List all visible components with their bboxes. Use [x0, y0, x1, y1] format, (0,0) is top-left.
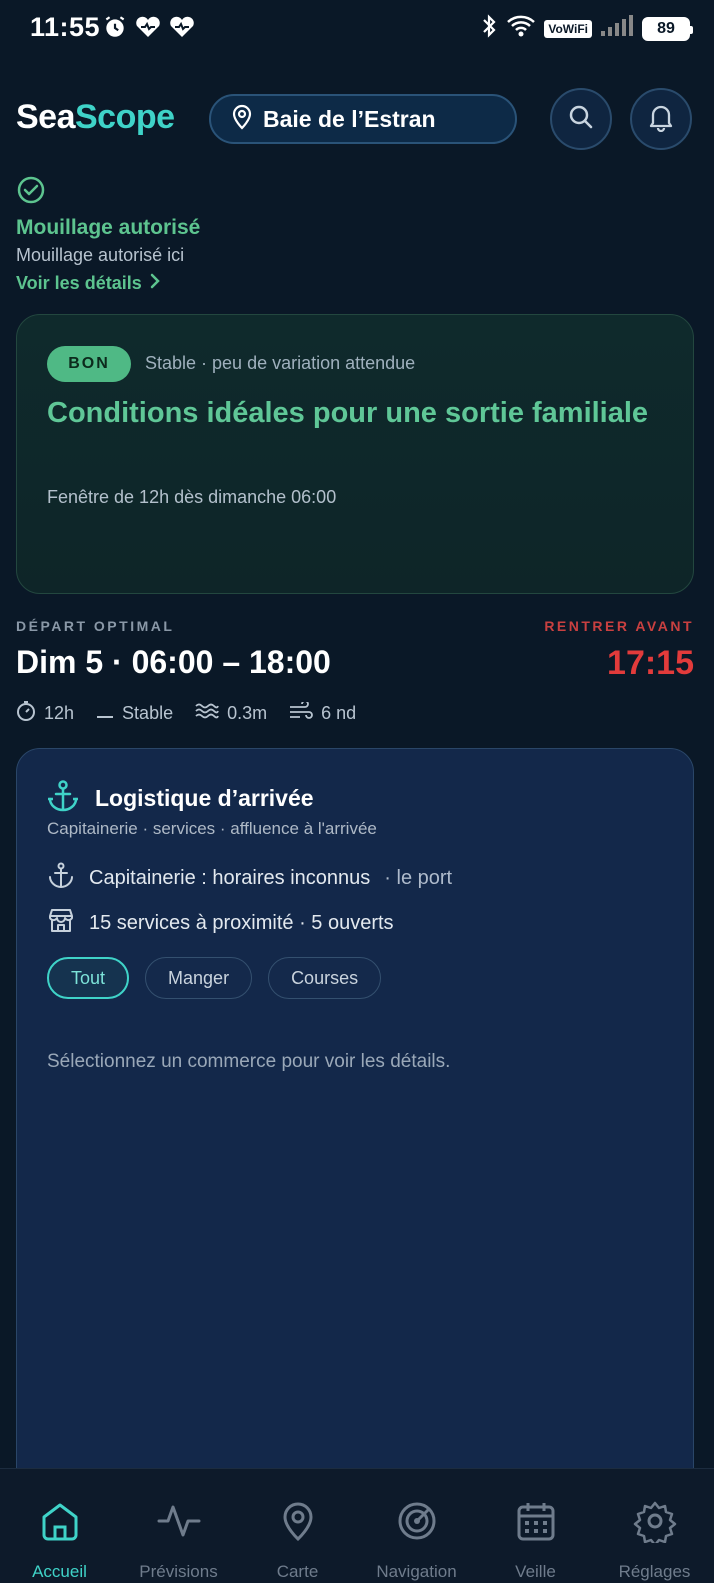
chip-manger[interactable]: Manger	[145, 957, 253, 999]
battery-level: 89	[657, 19, 675, 37]
status-bar: 11:55 VoWiFi 89	[0, 0, 714, 60]
logistics-title: Logistique d’arrivée	[95, 785, 314, 811]
status-left-icons	[102, 14, 196, 45]
status-right-icons: VoWiFi 89	[480, 14, 693, 43]
heart-signal-icon	[134, 14, 162, 45]
heart-signal-icon-2	[168, 14, 196, 45]
departure-label: DÉPART OPTIMAL	[16, 618, 175, 634]
wind-value: 6 nd	[321, 703, 357, 723]
harbour-row[interactable]: Capitainerie : horaires inconnus · le po…	[47, 861, 452, 895]
logistics-header: Logistique d’arrivée	[47, 779, 314, 818]
nav-item-previsions[interactable]: Prévisions	[120, 1469, 238, 1583]
nav-item-accueil[interactable]: Accueil	[1, 1469, 119, 1583]
wifi-icon	[506, 14, 536, 43]
app-header: SeaScope Baie de l’Estran	[0, 86, 714, 152]
map-pin-icon	[276, 1499, 320, 1548]
wave-value: 0.3m	[227, 703, 268, 723]
chip-tout[interactable]: Tout	[47, 957, 130, 999]
mooring-details-label: Voir les détails	[16, 273, 142, 293]
check-circle-icon	[16, 176, 46, 209]
pulse-chart-icon	[157, 1499, 201, 1548]
nav-item-reglages[interactable]: Réglages	[596, 1469, 714, 1583]
wind-icon	[289, 700, 313, 725]
harbour-info: Capitainerie : horaires inconnus	[89, 866, 371, 889]
trend-value: Stable	[122, 703, 174, 723]
anchor-icon	[47, 779, 79, 818]
vowifi-badge: VoWiFi	[544, 19, 592, 38]
store-icon	[47, 907, 75, 939]
condition-title: Conditions idéales pour une sortie famil…	[47, 397, 649, 429]
timer-icon	[16, 700, 36, 727]
battery-indicator: 89	[642, 16, 693, 41]
wave-metric: 0.3m	[195, 702, 267, 725]
nav-label-previsions: Prévisions	[139, 1562, 218, 1581]
logo-part-sea: Sea	[16, 98, 76, 136]
nav-label-veille: Veille	[515, 1562, 556, 1581]
trend-metric: Stable	[96, 703, 173, 724]
anchor-small-icon	[47, 861, 75, 895]
conditions-card[interactable]: BON Stable · peu de variation attendue C…	[16, 314, 694, 594]
logistics-card: Logistique d’arrivée Capitainerie · serv…	[16, 748, 694, 1583]
notifications-button[interactable]	[630, 88, 692, 150]
return-label: RENTRER AVANT	[544, 618, 694, 634]
condition-badge: BON	[47, 346, 131, 382]
duration-metric: 12h	[16, 700, 74, 727]
service-filter-chips: Tout Manger Courses	[47, 957, 382, 999]
bottom-navigation: Accueil Prévisions Carte Navigation Veil…	[0, 1468, 714, 1583]
screen: 11:55 VoWiFi 89 SeaScope Baie de l’Estra…	[0, 0, 714, 1583]
bluetooth-icon	[480, 14, 498, 43]
harbour-extra: · le port	[384, 866, 453, 889]
nav-item-carte[interactable]: Carte	[239, 1469, 357, 1583]
chip-courses[interactable]: Courses	[268, 957, 382, 999]
radar-icon	[395, 1499, 439, 1548]
cellular-signal-icon	[600, 15, 634, 42]
gear-icon	[633, 1499, 677, 1548]
nav-item-veille[interactable]: Veille	[477, 1469, 595, 1583]
dash-icon	[96, 703, 114, 724]
return-time: 17:15	[607, 644, 694, 682]
wave-icon	[195, 702, 219, 725]
nav-label-reglages: Réglages	[618, 1562, 691, 1581]
nav-label-navigation: Navigation	[376, 1562, 457, 1581]
wind-metric: 6 nd	[289, 700, 357, 725]
mooring-title: Mouillage autorisé	[16, 216, 201, 239]
mooring-details-link[interactable]: Voir les détails	[16, 272, 696, 295]
app-logo: SeaScope	[16, 98, 175, 137]
departure-metrics: 12h Stable 0.3m 6 nd	[16, 700, 356, 727]
services-info: 15 services à proximité · 5 ouverts	[89, 911, 394, 934]
search-icon	[567, 103, 595, 136]
chevron-right-icon	[148, 272, 162, 295]
search-button[interactable]	[550, 88, 612, 150]
condition-window: Fenêtre de 12h dès dimanche 06:00	[47, 487, 337, 507]
nav-item-navigation[interactable]: Navigation	[358, 1469, 476, 1583]
location-name: Baie de l’Estran	[263, 105, 436, 132]
calendar-icon	[514, 1499, 558, 1548]
home-icon	[38, 1499, 82, 1548]
duration-value: 12h	[44, 703, 75, 723]
logo-part-scope: Scope	[75, 98, 175, 136]
mooring-subtitle: Mouillage autorisé ici	[16, 245, 185, 265]
location-pin-icon	[231, 104, 253, 135]
alarm-icon	[102, 14, 128, 45]
logistics-hint: Sélectionnez un commerce pour voir les d…	[47, 1051, 451, 1072]
status-time: 11:55	[30, 12, 101, 42]
location-selector[interactable]: Baie de l’Estran	[209, 94, 517, 144]
departure-time: Dim 5 · 06:00 – 18:00	[16, 644, 331, 680]
mooring-status: Mouillage autorisé Mouillage autorisé ic…	[16, 175, 696, 295]
condition-stability: Stable · peu de variation attendue	[145, 353, 416, 373]
nav-label-accueil: Accueil	[32, 1562, 87, 1581]
bell-icon	[647, 102, 675, 137]
nav-label-carte: Carte	[276, 1562, 319, 1581]
services-row[interactable]: 15 services à proximité · 5 ouverts	[47, 907, 394, 939]
logistics-subtitle: Capitainerie · services · affluence à l'…	[47, 819, 377, 838]
